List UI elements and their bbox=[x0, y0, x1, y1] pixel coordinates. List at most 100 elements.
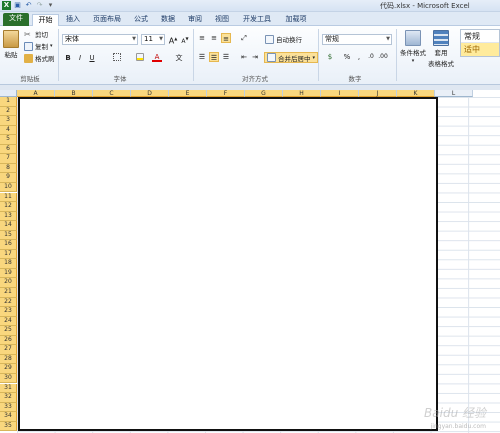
row-header[interactable]: 30 bbox=[0, 373, 17, 384]
row-header[interactable]: 8 bbox=[0, 163, 17, 174]
row-header[interactable]: 31 bbox=[0, 383, 17, 394]
select-all-corner[interactable] bbox=[0, 90, 17, 97]
style-normal[interactable]: 常规 bbox=[461, 30, 499, 43]
align-middle-button[interactable]: ≡ bbox=[209, 33, 219, 43]
fill-color-button[interactable] bbox=[133, 53, 147, 63]
number-format-select[interactable]: 常规 ▼ bbox=[322, 34, 392, 45]
align-right-button[interactable]: ☰ bbox=[221, 52, 231, 62]
tab-data[interactable]: 数据 bbox=[156, 14, 180, 26]
row-header[interactable]: 27 bbox=[0, 345, 17, 355]
row-header[interactable]: 2 bbox=[0, 106, 17, 117]
row-header[interactable]: 24 bbox=[0, 316, 17, 327]
orientation-button[interactable]: ⤢ bbox=[239, 33, 249, 43]
format-painter-button[interactable]: 格式刷 bbox=[24, 53, 55, 63]
row-header[interactable]: 20 bbox=[0, 278, 17, 288]
column-header[interactable]: D bbox=[131, 90, 169, 97]
row-header[interactable]: 7 bbox=[0, 154, 17, 164]
font-color-button[interactable]: A bbox=[152, 52, 162, 62]
row-header[interactable]: 12 bbox=[0, 202, 17, 212]
row-header[interactable]: 1 bbox=[0, 97, 17, 107]
row-header[interactable]: 9 bbox=[0, 173, 17, 183]
align-left-button[interactable]: ☰ bbox=[197, 52, 207, 62]
format-as-table-button[interactable]: 套用 表格格式 bbox=[428, 30, 454, 68]
row-header[interactable]: 5 bbox=[0, 135, 17, 145]
selected-range[interactable] bbox=[18, 97, 438, 431]
style-neutral[interactable]: 适中 bbox=[461, 43, 499, 56]
cut-button[interactable]: ✂ 剪切 bbox=[24, 29, 48, 40]
align-bottom-button[interactable]: ≡ bbox=[221, 33, 231, 43]
row-header[interactable]: 22 bbox=[0, 297, 17, 308]
row-header[interactable]: 29 bbox=[0, 364, 17, 374]
row-header[interactable]: 15 bbox=[0, 230, 17, 241]
font-name-select[interactable]: 宋体 ▼ bbox=[62, 34, 138, 45]
percent-button[interactable]: % bbox=[342, 52, 352, 62]
row-header[interactable]: 35 bbox=[0, 421, 17, 432]
row-header[interactable]: 28 bbox=[0, 354, 17, 365]
shrink-font-button[interactable]: A▼ bbox=[180, 34, 190, 45]
redo-icon[interactable]: ↷ bbox=[35, 1, 44, 10]
column-header[interactable]: I bbox=[321, 90, 359, 97]
tab-file[interactable]: 文件 bbox=[3, 13, 29, 26]
column-header[interactable]: A bbox=[17, 90, 55, 97]
column-header[interactable]: K bbox=[397, 90, 435, 97]
undo-icon[interactable]: ↶ bbox=[24, 1, 33, 10]
row-header[interactable]: 14 bbox=[0, 221, 17, 231]
column-header[interactable]: C bbox=[93, 90, 131, 97]
decrease-indent-button[interactable]: ⇤ bbox=[239, 52, 249, 62]
border-button[interactable] bbox=[110, 53, 124, 63]
row-header[interactable]: 19 bbox=[0, 268, 17, 279]
row-header[interactable]: 16 bbox=[0, 240, 17, 250]
row-header[interactable]: 4 bbox=[0, 125, 17, 136]
phonetic-button[interactable]: 文 bbox=[174, 53, 184, 63]
font-size-select[interactable]: 11 ▼ bbox=[141, 34, 165, 45]
row-header[interactable]: 34 bbox=[0, 412, 17, 422]
decrease-decimal-button[interactable]: .00 bbox=[378, 52, 388, 62]
row-header[interactable]: 33 bbox=[0, 402, 17, 413]
column-header[interactable]: E bbox=[169, 90, 207, 97]
tab-formulas[interactable]: 公式 bbox=[129, 14, 153, 26]
tab-insert[interactable]: 插入 bbox=[61, 14, 85, 26]
column-header[interactable]: G bbox=[245, 90, 283, 97]
accounting-format-button[interactable]: $ bbox=[323, 52, 337, 62]
column-header[interactable]: J bbox=[359, 90, 397, 97]
wrap-text-button[interactable]: 自动换行 bbox=[265, 34, 302, 44]
tab-page-layout[interactable]: 页面布局 bbox=[88, 14, 126, 26]
column-header[interactable]: F bbox=[207, 90, 245, 97]
tab-developer[interactable]: 开发工具 bbox=[238, 14, 276, 26]
paste-button[interactable]: 粘贴 bbox=[3, 30, 19, 59]
column-header[interactable]: H bbox=[283, 90, 321, 97]
row-header[interactable]: 26 bbox=[0, 335, 17, 346]
align-center-button[interactable]: ☰ bbox=[209, 52, 219, 62]
column-header[interactable]: L bbox=[435, 90, 473, 97]
row-header[interactable]: 6 bbox=[0, 144, 17, 155]
increase-indent-button[interactable]: ⇥ bbox=[250, 52, 260, 62]
tab-addins[interactable]: 加载项 bbox=[279, 14, 313, 26]
merge-center-button[interactable]: 合并后居中 ▾ bbox=[264, 52, 319, 63]
row-header[interactable]: 3 bbox=[0, 116, 17, 126]
row-header[interactable]: 11 bbox=[0, 192, 17, 203]
row-header[interactable]: 18 bbox=[0, 259, 17, 269]
row-header[interactable]: 13 bbox=[0, 211, 17, 222]
row-header[interactable]: 32 bbox=[0, 393, 17, 403]
row-header[interactable]: 17 bbox=[0, 249, 17, 260]
copy-button[interactable]: 复制 ▾ bbox=[24, 41, 53, 51]
conditional-formatting-button[interactable]: 条件格式 ▾ bbox=[400, 30, 426, 64]
row-header[interactable]: 21 bbox=[0, 288, 17, 298]
increase-decimal-button[interactable]: .0 bbox=[366, 52, 376, 62]
underline-button[interactable]: U bbox=[87, 53, 97, 63]
grow-font-button[interactable]: A▲ bbox=[168, 34, 178, 46]
row-header[interactable]: 25 bbox=[0, 326, 17, 336]
row-header[interactable]: 10 bbox=[0, 182, 17, 193]
italic-button[interactable]: I bbox=[75, 53, 85, 63]
align-top-button[interactable]: ≡ bbox=[197, 33, 207, 43]
tab-view[interactable]: 视图 bbox=[210, 14, 234, 26]
customize-icon[interactable]: ▾ bbox=[46, 1, 55, 10]
tab-review[interactable]: 审阅 bbox=[183, 14, 207, 26]
column-header[interactable]: B bbox=[55, 90, 93, 97]
excel-logo-icon[interactable]: X bbox=[2, 1, 11, 10]
comma-button[interactable]: , bbox=[354, 52, 364, 62]
bold-button[interactable]: B bbox=[63, 53, 73, 63]
row-header[interactable]: 23 bbox=[0, 307, 17, 317]
tab-home[interactable]: 开始 bbox=[32, 14, 59, 26]
save-icon[interactable]: ▣ bbox=[13, 1, 22, 10]
